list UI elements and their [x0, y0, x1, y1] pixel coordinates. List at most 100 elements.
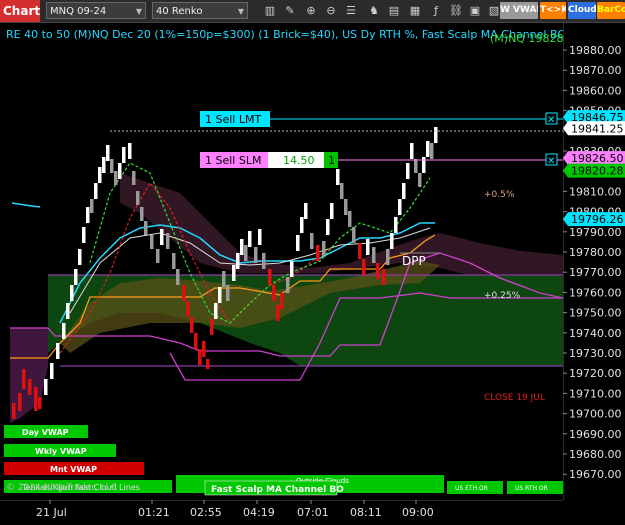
pct-025-label: +0.25% — [484, 291, 521, 301]
renko-brick — [172, 253, 176, 269]
sell-slm-price: 14.50 — [283, 154, 315, 167]
templates-icon[interactable]: ▤ — [386, 2, 402, 19]
renko-brick — [352, 227, 356, 243]
renko-brick — [300, 217, 304, 233]
renko-brick — [258, 229, 262, 245]
renko-brick — [430, 143, 434, 159]
renko-brick — [22, 369, 26, 389]
renko-brick — [376, 263, 380, 279]
renko-brick — [202, 341, 206, 357]
renko-brick — [406, 163, 410, 179]
fast-scalp-legend: Fast Scalp MA Channel BO — [204, 480, 344, 496]
time-label: 08:11 — [350, 506, 382, 519]
bar-style-icon[interactable]: ▥ — [262, 2, 278, 19]
price-flag: 19841.25 — [563, 121, 625, 136]
renko-brick — [182, 285, 186, 301]
close-icon: ✕ — [547, 115, 555, 126]
properties-icon[interactable]: ☰ — [343, 2, 359, 19]
renko-brick — [244, 245, 248, 261]
renko-brick — [206, 359, 210, 369]
chart-tab[interactable]: Chart — [0, 0, 40, 22]
renko-brick — [140, 207, 144, 221]
time-axis-labels: 21 Jul 01:21 02:55 04:19 07:01 08:11 09:00 — [36, 500, 434, 519]
renko-brick — [38, 397, 42, 409]
renko-brick — [326, 219, 330, 235]
mnt-vwap-legend: Mnt VWAP — [4, 462, 144, 475]
day-vwap-legend: Day VWAP — [4, 425, 88, 438]
cloud-button[interactable]: Cloud — [568, 2, 596, 19]
renko-brick — [186, 301, 190, 317]
renko-brick — [106, 145, 110, 161]
renko-brick — [240, 239, 244, 255]
renko-brick — [56, 343, 60, 359]
time-label: 01:21 — [138, 506, 170, 519]
price-tick-label: 19760.00 — [569, 286, 622, 299]
renko-brick — [110, 159, 114, 173]
time-label: 02:55 — [190, 506, 222, 519]
renko-brick — [44, 379, 48, 395]
svg-text:19796.26: 19796.26 — [571, 213, 624, 226]
bar-type-selector[interactable]: 40 Renko ▼ — [152, 2, 248, 19]
time-label: 21 Jul — [36, 506, 67, 519]
renko-brick — [322, 241, 326, 257]
renko-brick — [122, 147, 126, 163]
cyan-ma-line — [11, 202, 41, 208]
svg-text:Day VWAP: Day VWAP — [22, 428, 69, 437]
price-axis[interactable]: 19880.0019870.0019860.0019850.0019840.00… — [563, 23, 625, 500]
renko-brick — [166, 233, 170, 249]
attach-icon[interactable]: ⛓ — [448, 2, 464, 19]
renko-brick — [102, 157, 106, 173]
renko-brick — [236, 253, 240, 269]
chart-toolbar: Chart MNQ 09-24 ▼ 40 Renko ▼ ▥ ✎ ⊕ ⊖ ☰ ♞ ▤… — [0, 0, 625, 23]
lock-icon[interactable]: ▣ — [467, 2, 483, 19]
zoom-out-icon[interactable]: ⊖ — [323, 2, 339, 19]
chart-title: RE 40 to 50 (M)NQ Dec 20 (1%=150p=$300) … — [6, 28, 563, 41]
renko-brick — [150, 235, 154, 249]
us-rth-or-legend: US RTH OR — [507, 481, 563, 494]
renko-brick — [316, 245, 320, 261]
svg-text:US RTH OR: US RTH OR — [515, 485, 548, 492]
svg-text:19841.25: 19841.25 — [571, 122, 624, 135]
draw-icon[interactable]: ✎ — [282, 2, 298, 19]
renko-brick — [28, 379, 32, 395]
renko-brick — [414, 159, 418, 173]
barco-button[interactable]: BarCo — [597, 2, 625, 19]
bar-type-label: 40 Renko — [156, 6, 203, 17]
renko-brick — [128, 143, 132, 159]
tk-button[interactable]: T<>K — [540, 2, 566, 19]
dpp-label: DPP — [402, 254, 426, 268]
price-tick-label: 19780.00 — [569, 246, 622, 259]
news-icon[interactable]: ▦ — [407, 2, 423, 19]
sell-lmt-order[interactable]: 1 Sell LMT — [200, 111, 270, 127]
price-tick-label: 19700.00 — [569, 408, 622, 421]
renko-brick — [280, 293, 284, 309]
renko-brick — [118, 163, 122, 179]
indicators-icon[interactable]: ƒ — [428, 2, 444, 19]
renko-brick — [62, 323, 66, 339]
svg-text:US ETH OR: US ETH OR — [455, 485, 488, 492]
zoom-in-icon[interactable]: ⊕ — [303, 2, 319, 19]
renko-brick — [160, 229, 164, 245]
chart-plot-area[interactable]: 1 Sell LMT ✕ 1 Sell SLM 14.50 1 ✕ RE 40 … — [0, 23, 563, 500]
vwap-button[interactable]: W VWAP — [500, 2, 538, 19]
svg-text:19820.28: 19820.28 — [571, 165, 624, 178]
copyright: © 2024 NinjaTrader, LLC — [6, 483, 117, 493]
renko-brick — [268, 269, 272, 285]
renko-brick — [222, 271, 226, 287]
instrument-selector[interactable]: MNQ 09-24 ▼ — [46, 2, 146, 19]
renko-brick — [214, 303, 218, 319]
renko-brick — [34, 387, 38, 411]
us-eth-or-legend: US ETH OR — [447, 481, 503, 494]
sell-slm-cancel-button[interactable]: ✕ — [545, 153, 558, 167]
chevron-down-icon: ▼ — [237, 7, 244, 16]
price-tick-label: 19790.00 — [569, 226, 622, 239]
renko-brick — [286, 277, 290, 293]
top-right-value: (M)NQ 19828.25 — [490, 32, 563, 45]
time-axis[interactable]: 21 Jul 01:21 02:55 04:19 07:01 08:11 09:00 — [0, 500, 625, 525]
renko-brick — [276, 305, 280, 321]
sell-slm-order[interactable]: 1 Sell SLM 14.50 1 — [200, 152, 338, 168]
sell-lmt-cancel-button[interactable]: ✕ — [545, 112, 558, 126]
strategy-icon[interactable]: ♞ — [366, 2, 382, 19]
renko-brick — [90, 199, 94, 213]
price-tick-label: 19670.00 — [569, 468, 622, 481]
